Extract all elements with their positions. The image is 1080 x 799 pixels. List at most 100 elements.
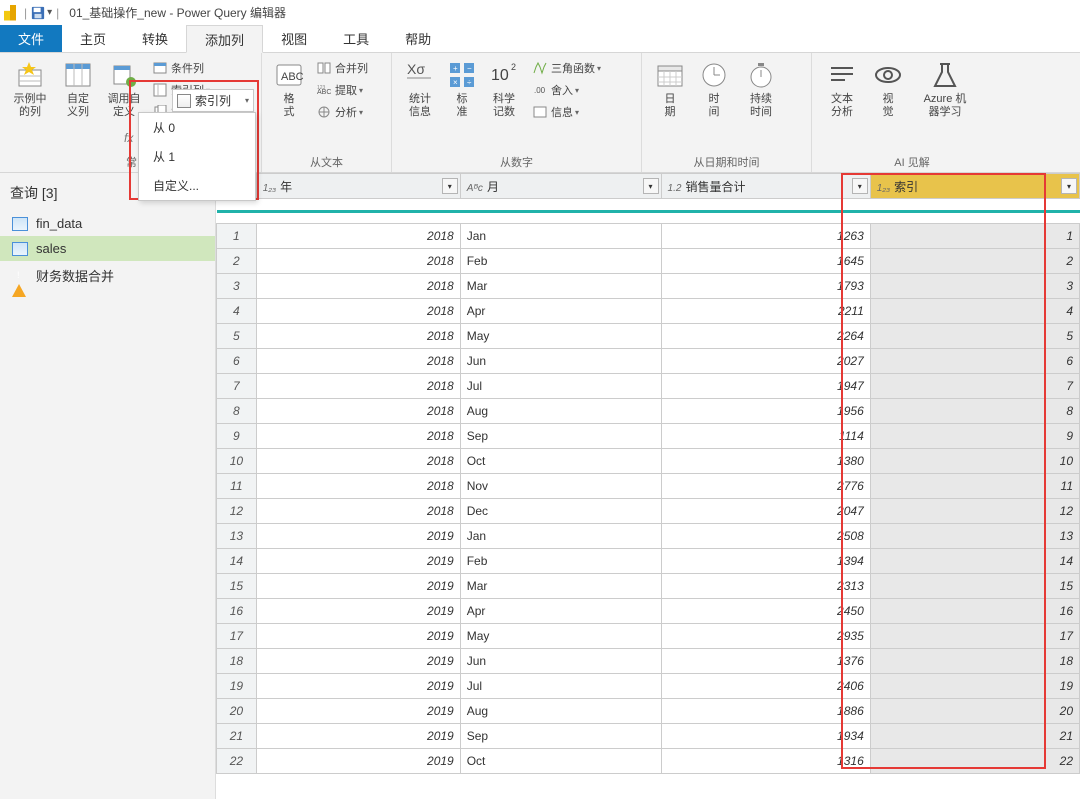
cell-sales: 1645 <box>661 249 870 274</box>
query-item-sales[interactable]: sales <box>0 236 215 261</box>
cell-month: May <box>460 324 661 349</box>
cell-index: 9 <box>870 424 1079 449</box>
clock-icon <box>698 59 730 91</box>
table-row[interactable]: 142019Feb139414 <box>217 549 1080 574</box>
filter-icon[interactable]: ▾ <box>442 178 458 194</box>
info-button[interactable]: 信息▾ <box>528 101 605 123</box>
table-row[interactable]: 92018Sep11149 <box>217 424 1080 449</box>
query-item-finance-merge[interactable]: 财务数据合并 <box>0 261 215 290</box>
cell-month: Jan <box>460 524 661 549</box>
table-row[interactable]: 122018Dec204712 <box>217 499 1080 524</box>
index-column-dropdown-menu: 从 0 从 1 自定义... <box>138 112 256 201</box>
row-number: 21 <box>217 724 257 749</box>
conditional-column-button[interactable]: 条件列 <box>148 57 214 79</box>
table-row[interactable]: 52018May22645 <box>217 324 1080 349</box>
table-row[interactable]: 62018Jun20276 <box>217 349 1080 374</box>
extract-button[interactable]: ABC123提取▾ <box>312 79 372 101</box>
tab-file[interactable]: 文件 <box>0 25 62 52</box>
filter-icon[interactable]: ▾ <box>1061 178 1077 194</box>
table-row[interactable]: 12018Jan12631 <box>217 224 1080 249</box>
table-row[interactable]: 82018Aug19568 <box>217 399 1080 424</box>
table-row[interactable]: 152019Mar231315 <box>217 574 1080 599</box>
filter-icon[interactable]: ▾ <box>852 178 868 194</box>
row-number: 9 <box>217 424 257 449</box>
label: 提取 <box>335 82 357 98</box>
table-row[interactable]: 162019Apr245016 <box>217 599 1080 624</box>
table-row[interactable]: 112018Nov277611 <box>217 474 1080 499</box>
scientific-button[interactable]: 102 科学 记数 <box>482 57 526 121</box>
dropdown-item-custom[interactable]: 自定义... <box>139 171 255 200</box>
cell-year: 2019 <box>256 549 460 574</box>
table-row[interactable]: 22018Feb16452 <box>217 249 1080 274</box>
svg-text:ABC: ABC <box>281 71 304 83</box>
row-number: 1 <box>217 224 257 249</box>
svg-text:123: 123 <box>317 85 326 91</box>
dropdown-item-from1[interactable]: 从 1 <box>139 142 255 171</box>
dropdown-item-from0[interactable]: 从 0 <box>139 113 255 142</box>
label: sales <box>36 241 66 256</box>
tab-tools[interactable]: 工具 <box>325 25 387 52</box>
save-icon[interactable] <box>31 6 45 20</box>
tab-help[interactable]: 帮助 <box>387 25 449 52</box>
cell-index: 10 <box>870 449 1079 474</box>
table-row[interactable]: 102018Oct138010 <box>217 449 1080 474</box>
column-header-sales[interactable]: 1.2销售量合计▾ <box>661 174 870 199</box>
column-header-index[interactable]: 1₂₃索引▾ <box>870 174 1079 199</box>
table-row[interactable]: 72018Jul19477 <box>217 374 1080 399</box>
tab-addcolumn[interactable]: 添加列 <box>186 25 263 53</box>
azure-ml-button[interactable]: Azure 机 器学习 <box>910 57 980 121</box>
table-row[interactable]: 192019Jul240619 <box>217 674 1080 699</box>
stats-icon: Χσ <box>404 59 436 91</box>
cell-index: 17 <box>870 624 1079 649</box>
column-from-examples-button[interactable]: 示例中 的列 <box>6 57 54 121</box>
qat-dropdown-icon[interactable]: ▾ <box>47 7 52 18</box>
custom-column-button[interactable]: 自定 义列 <box>54 57 102 121</box>
table-row[interactable]: 182019Jun137618 <box>217 649 1080 674</box>
cell-year: 2019 <box>256 749 460 774</box>
tab-transform[interactable]: 转换 <box>124 25 186 52</box>
table-row[interactable]: 32018Mar17933 <box>217 274 1080 299</box>
content: 查询 [3] 〈 fin_data sales 财务数据合并 ⊞▾ 1₂₃年▾ … <box>0 173 1080 799</box>
cell-sales: 1263 <box>661 224 870 249</box>
cell-year: 2019 <box>256 574 460 599</box>
table-row[interactable]: 172019May293517 <box>217 624 1080 649</box>
merge-columns-button[interactable]: 合并列 <box>312 57 372 79</box>
table-row[interactable]: 212019Sep193421 <box>217 724 1080 749</box>
analyze-button[interactable]: 分析▾ <box>312 101 372 123</box>
type-icon: Aᴮc <box>467 183 483 194</box>
text-analytics-button[interactable]: 文本 分析 <box>818 57 866 121</box>
tab-home[interactable]: 主页 <box>62 25 124 52</box>
round-button[interactable]: .00舍入▾ <box>528 79 605 101</box>
column-header-month[interactable]: Aᴮc月▾ <box>460 174 661 199</box>
round-icon: .00 <box>532 82 548 98</box>
statistics-button[interactable]: Χσ 统计 信息 <box>398 57 442 121</box>
query-item-fin-data[interactable]: fin_data <box>0 211 215 236</box>
vision-button[interactable]: 视 觉 <box>866 57 910 121</box>
row-number: 16 <box>217 599 257 624</box>
cell-month: Oct <box>460 449 661 474</box>
cell-month: Feb <box>460 549 661 574</box>
filter-icon[interactable]: ▾ <box>643 178 659 194</box>
table-icon <box>62 59 94 91</box>
table-row[interactable]: 222019Oct131622 <box>217 749 1080 774</box>
format-button[interactable]: ABC 格 式 <box>268 57 310 121</box>
index-column-dropdown-trigger[interactable]: 索引列 ▾ <box>172 89 254 112</box>
cell-month: Jul <box>460 374 661 399</box>
label: 时 间 <box>709 93 720 119</box>
time-button[interactable]: 时 间 <box>692 57 736 121</box>
standard-button[interactable]: +−×÷ 标 准 <box>442 57 482 121</box>
row-number: 5 <box>217 324 257 349</box>
cell-sales: 2027 <box>661 349 870 374</box>
column-header-year[interactable]: 1₂₃年▾ <box>256 174 460 199</box>
table-row[interactable]: 202019Aug188620 <box>217 699 1080 724</box>
date-button[interactable]: 日 期 <box>648 57 692 121</box>
tab-view[interactable]: 视图 <box>263 25 325 52</box>
table-row[interactable]: 42018Apr22114 <box>217 299 1080 324</box>
row-number: 18 <box>217 649 257 674</box>
powerbi-icon <box>4 5 16 21</box>
duration-button[interactable]: 持续 时间 <box>736 57 786 121</box>
table-row[interactable]: 132019Jan250813 <box>217 524 1080 549</box>
cell-month: Jun <box>460 349 661 374</box>
label: 索引列 <box>195 92 231 109</box>
trig-button[interactable]: 三角函数▾ <box>528 57 605 79</box>
